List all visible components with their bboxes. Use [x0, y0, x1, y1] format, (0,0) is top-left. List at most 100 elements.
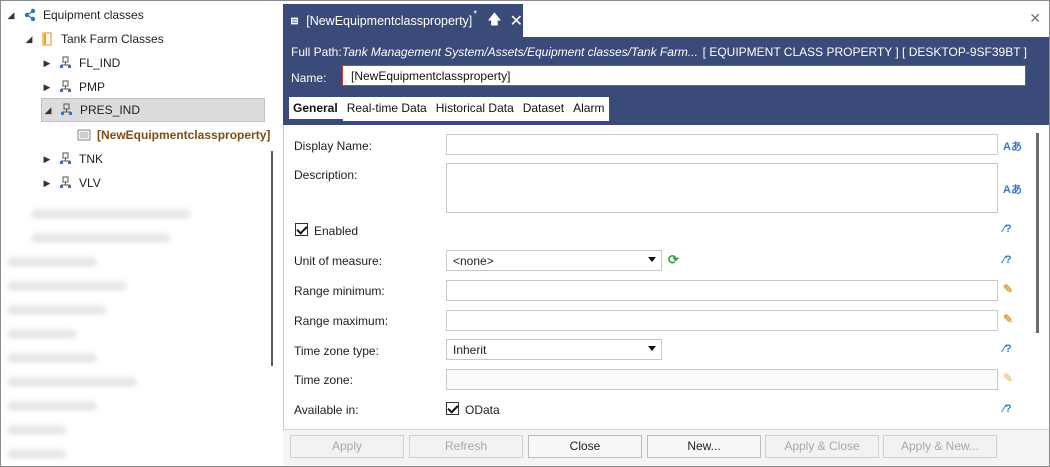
- property-header: Full Path: Tank Management System/Assets…: [283, 37, 1049, 125]
- ruler-icon[interactable]: ✎: [1003, 371, 1013, 385]
- link-icon[interactable]: ⁄?: [1003, 223, 1012, 235]
- display-name-input[interactable]: [446, 134, 998, 155]
- tree-item-label: PRES_IND: [80, 103, 141, 117]
- tree-item-label: VLV: [79, 176, 101, 190]
- tab-dataset[interactable]: Dataset: [519, 97, 569, 121]
- range-maximum-input[interactable]: [446, 310, 998, 331]
- equipment-class-icon: [59, 176, 73, 190]
- collapse-arrow-icon[interactable]: ▶: [41, 154, 53, 165]
- close-button[interactable]: Close: [528, 435, 642, 458]
- tree-item-label: TNK: [79, 152, 103, 166]
- description-input[interactable]: [446, 163, 998, 213]
- time-zone-type-label: Time zone type:: [294, 344, 379, 358]
- full-path-label: Full Path:: [291, 45, 342, 59]
- blurred-row: [7, 353, 97, 363]
- tree-item-pres-ind[interactable]: ◢ PRES_IND: [41, 98, 265, 122]
- modified-indicator: *: [473, 9, 478, 20]
- equipment-class-icon: [60, 103, 74, 117]
- equipment-class-icon: [59, 152, 73, 166]
- tree-item-tnk[interactable]: ▶ TNK: [41, 148, 103, 170]
- ruler-icon[interactable]: ✎: [1003, 312, 1013, 326]
- full-path-value: Tank Management System/Assets/Equipment …: [342, 45, 698, 59]
- ruler-icon[interactable]: ✎: [1003, 282, 1013, 296]
- tree-item-fl-ind[interactable]: ▶ FL_IND: [41, 52, 121, 74]
- tree-folder-tank-farm-classes[interactable]: ◢ Tank Farm Classes: [23, 28, 164, 50]
- blurred-row: [7, 401, 97, 411]
- property-icon: [77, 128, 91, 142]
- tree-item-pmp[interactable]: ▶ PMP: [41, 76, 105, 98]
- tree-root-equipment-classes[interactable]: ◢ Equipment classes: [5, 4, 144, 26]
- tree-root-label: Equipment classes: [43, 8, 144, 22]
- odata-label: OData: [465, 403, 500, 417]
- time-zone-type-value: Inherit: [453, 343, 487, 357]
- blurred-row: [7, 257, 97, 267]
- time-zone-input[interactable]: [446, 369, 998, 390]
- document-tab-title: [NewEquipmentclassproperty]: [306, 13, 473, 28]
- collapse-arrow-icon[interactable]: ▶: [41, 82, 53, 93]
- localize-icon[interactable]: Aあ: [1003, 138, 1022, 154]
- collapse-arrow-icon[interactable]: ▶: [41, 178, 53, 189]
- equipment-tree: ◢ Equipment classes ◢ Tank Farm Classes …: [1, 1, 281, 466]
- unit-of-measure-select[interactable]: <none>: [446, 250, 662, 271]
- range-minimum-input[interactable]: [446, 280, 998, 301]
- expand-arrow-icon[interactable]: ◢: [23, 34, 35, 45]
- enabled-label: Enabled: [314, 224, 359, 238]
- apply-button[interactable]: Apply: [290, 435, 404, 458]
- tree-item-label: PMP: [79, 80, 106, 94]
- tab-historical-data[interactable]: Historical Data: [432, 97, 519, 121]
- blurred-row: [7, 329, 77, 339]
- localize-icon[interactable]: Aあ: [1003, 181, 1022, 197]
- close-tab-icon[interactable]: ✕: [510, 11, 523, 31]
- equipment-class-icon: [59, 80, 73, 94]
- collapse-arrow-icon[interactable]: ▶: [41, 58, 53, 69]
- range-minimum-label: Range minimum:: [294, 284, 385, 298]
- classes-icon: [23, 8, 37, 22]
- general-form: Display Name: Aあ Description: Aあ Enabled…: [283, 125, 1049, 429]
- refresh-button[interactable]: Refresh: [409, 435, 523, 458]
- dropdown-caret-icon: [648, 346, 656, 351]
- name-input[interactable]: [NewEquipmentclassproperty]: [342, 65, 1026, 86]
- display-name-label: Display Name:: [294, 139, 373, 153]
- time-zone-type-select[interactable]: Inherit: [446, 339, 662, 360]
- refresh-icon[interactable]: ⟳: [668, 252, 679, 268]
- tree-folder-label: Tank Farm Classes: [61, 32, 164, 46]
- blurred-row: [7, 425, 67, 435]
- document-tab-bar: [NewEquipmentclassproperty] * 🡅 ✕ ✕: [283, 1, 1049, 37]
- apply-close-button[interactable]: Apply & Close: [765, 435, 879, 458]
- tab-general[interactable]: General: [289, 97, 343, 121]
- range-maximum-label: Range maximum:: [294, 314, 389, 328]
- action-button-bar: Apply Refresh Close New... Apply & Close…: [283, 429, 1049, 466]
- blurred-row: [31, 233, 171, 243]
- form-scrollbar[interactable]: [1036, 133, 1039, 333]
- enabled-checkbox[interactable]: [295, 223, 308, 236]
- close-panel-icon[interactable]: ✕: [1029, 10, 1041, 27]
- expand-arrow-icon[interactable]: ◢: [42, 105, 54, 116]
- new-button[interactable]: New...: [647, 435, 761, 458]
- object-type-info: [ EQUIPMENT CLASS PROPERTY ] [ DESKTOP-9…: [702, 45, 1027, 59]
- link-icon[interactable]: ⁄?: [1003, 403, 1012, 415]
- available-in-label: Available in:: [294, 403, 359, 417]
- tree-item-new-property[interactable]: [NewEquipmentclassproperty]: [77, 124, 270, 146]
- tree-scrollbar[interactable]: [271, 151, 273, 366]
- blurred-row: [7, 281, 127, 291]
- apply-new-button[interactable]: Apply & New...: [883, 435, 997, 458]
- blurred-row: [7, 305, 107, 315]
- expand-arrow-icon[interactable]: ◢: [5, 10, 17, 21]
- tree-item-vlv[interactable]: ▶ VLV: [41, 172, 101, 194]
- unit-of-measure-value: <none>: [453, 254, 494, 268]
- link-icon[interactable]: ⁄?: [1003, 343, 1012, 355]
- dropdown-caret-icon: [648, 257, 656, 262]
- equipment-class-icon: [59, 56, 73, 70]
- pin-icon[interactable]: 🡅: [487, 9, 501, 33]
- document-tab[interactable]: [NewEquipmentclassproperty] * 🡅 ✕: [283, 4, 523, 37]
- property-tabs: General Real-time Data Historical Data D…: [289, 97, 610, 121]
- unit-of-measure-label: Unit of measure:: [294, 254, 383, 268]
- property-doc-icon: [291, 17, 299, 24]
- tree-item-label: FL_IND: [79, 56, 121, 70]
- link-icon[interactable]: ⁄?: [1003, 254, 1012, 266]
- tab-alarm[interactable]: Alarm: [569, 97, 609, 121]
- odata-checkbox[interactable]: [446, 402, 459, 415]
- tab-real-time-data[interactable]: Real-time Data: [343, 97, 432, 121]
- time-zone-label: Time zone:: [294, 373, 353, 387]
- folder-icon: [41, 32, 55, 46]
